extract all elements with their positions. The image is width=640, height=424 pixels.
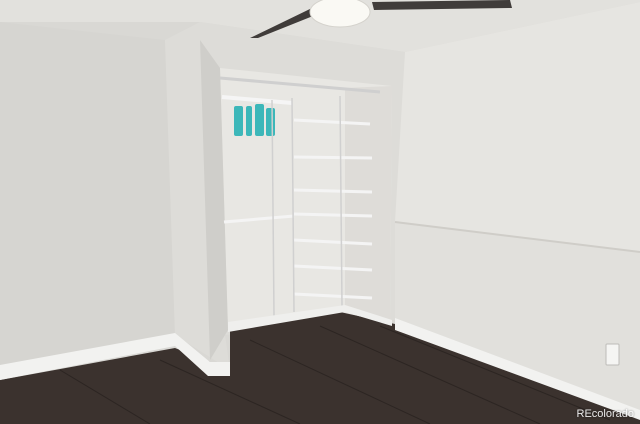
closet-back-right [345,86,392,322]
empty-bedroom-photo: REcolorado [0,0,640,424]
left-wall [0,22,175,365]
fan-light [309,0,371,28]
room-illustration [0,0,640,424]
wall-outlet [605,343,620,366]
watermark-text: REcolorado [576,408,634,420]
